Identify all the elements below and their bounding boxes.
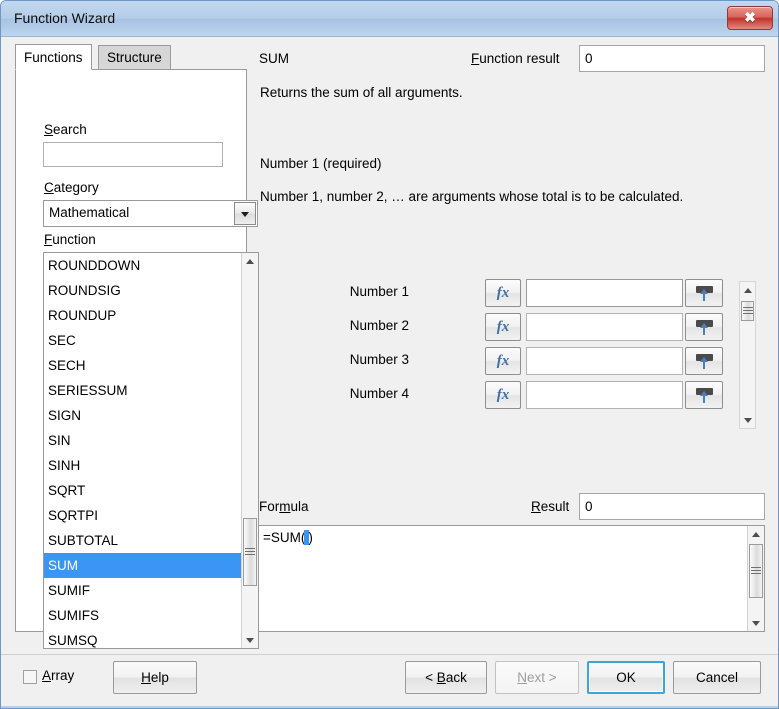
grip-icon xyxy=(245,548,255,556)
shrink-range-button[interactable] xyxy=(685,381,723,409)
tab-functions[interactable]: Functions xyxy=(15,44,92,70)
grip-icon xyxy=(751,567,761,575)
argument-label: Number 2 xyxy=(349,318,409,333)
fx-icon-button[interactable]: fx xyxy=(485,381,521,409)
grip-icon xyxy=(742,307,753,315)
function-list-item[interactable]: SEC xyxy=(44,328,242,353)
formula-text: =SUM() xyxy=(263,530,313,545)
function-list-item[interactable]: SIN xyxy=(44,428,242,453)
argument-input[interactable] xyxy=(526,313,683,341)
argument-input[interactable] xyxy=(526,347,683,375)
back-button[interactable]: < Back xyxy=(405,661,487,694)
cancel-button[interactable]: Cancel xyxy=(673,661,761,694)
argument-label: Number 3 xyxy=(349,352,409,367)
window-title: Function Wizard xyxy=(14,10,116,26)
function-description: Returns the sum of all arguments. xyxy=(260,85,463,100)
function-list-item[interactable]: SQRT xyxy=(44,478,242,503)
function-list-item[interactable]: SUMIF xyxy=(44,578,242,603)
array-checkbox[interactable] xyxy=(23,670,37,684)
function-list-item[interactable]: SUMIFS xyxy=(44,603,242,628)
shrink-range-button[interactable] xyxy=(685,347,723,375)
help-button[interactable]: Help xyxy=(113,661,197,694)
function-list-item[interactable]: SERIESSUM xyxy=(44,378,242,403)
argument-label: Number 4 xyxy=(349,386,409,401)
shrink-range-button[interactable] xyxy=(685,313,723,341)
selected-function-name: SUM xyxy=(259,51,289,66)
ok-button[interactable]: OK xyxy=(587,661,665,694)
function-result-field[interactable] xyxy=(579,45,765,72)
scrollbar-thumb[interactable] xyxy=(243,518,257,586)
formula-scroll-down-button[interactable] xyxy=(748,614,764,631)
fx-icon-button[interactable]: fx xyxy=(485,313,521,341)
shrink-range-button[interactable] xyxy=(685,279,723,307)
fx-icon-button[interactable]: fx xyxy=(485,347,521,375)
argument-row: Number 2 fx xyxy=(259,313,765,341)
array-label[interactable]: Array xyxy=(42,668,74,683)
function-list-item[interactable]: SUMSQ xyxy=(44,628,242,648)
fx-icon: fx xyxy=(496,353,510,369)
functions-tab-panel: Search Category Mathematical Function RO… xyxy=(15,69,259,649)
function-list-item[interactable]: SUBTOTAL xyxy=(44,528,242,553)
title-bar: Function Wizard ✖ xyxy=(1,1,778,37)
formula-editor[interactable]: =SUM() xyxy=(258,525,765,632)
argument-description: Number 1, number 2, … are arguments whos… xyxy=(260,189,684,204)
function-list[interactable]: ROUNDDOWN ROUNDSIG ROUNDUP SEC SECH SERIESSUM… xyxy=(44,253,242,648)
result-field[interactable] xyxy=(579,493,765,520)
argument-row: Number 4 fx xyxy=(259,381,765,409)
formula-scrollbar-thumb[interactable] xyxy=(749,544,763,598)
scroll-down-button[interactable] xyxy=(242,631,258,648)
fx-icon: fx xyxy=(496,285,510,301)
function-list-item[interactable]: SECH xyxy=(44,353,242,378)
argument-label: Number 1 xyxy=(349,284,409,299)
close-x-icon: ✖ xyxy=(744,9,756,25)
category-dropdown[interactable]: Mathematical xyxy=(43,200,258,227)
fx-icon: fx xyxy=(496,387,510,403)
formula-suffix: ) xyxy=(308,530,313,545)
function-list-item[interactable]: SINH xyxy=(44,453,242,478)
result-label: Result xyxy=(531,499,570,514)
function-result-label: Function result xyxy=(471,51,560,66)
shrink-arrow-icon xyxy=(700,391,708,403)
function-list-item[interactable]: ROUNDDOWN xyxy=(44,253,242,278)
fx-icon-button[interactable]: fx xyxy=(485,279,521,307)
formula-scroll-up-button[interactable] xyxy=(748,526,764,543)
args-scroll-down-button[interactable] xyxy=(740,411,755,428)
shrink-arrow-icon xyxy=(700,357,708,369)
fx-icon: fx xyxy=(496,319,510,335)
args-scrollbar-thumb[interactable] xyxy=(741,301,754,321)
function-list-item[interactable]: SQRTPI xyxy=(44,503,242,528)
function-list-container: ROUNDDOWN ROUNDSIG ROUNDUP SEC SECH SERIESSUM… xyxy=(43,252,259,649)
formula-scrollbar[interactable] xyxy=(747,526,764,631)
function-list-item[interactable]: ROUNDUP xyxy=(44,303,242,328)
argument-input[interactable] xyxy=(526,381,683,409)
tab-structure[interactable]: Structure xyxy=(98,45,171,69)
arguments-scrollbar[interactable] xyxy=(739,281,756,429)
formula-label: Formula xyxy=(259,499,309,514)
next-button[interactable]: Next > xyxy=(495,661,579,694)
category-selected-value: Mathematical xyxy=(49,205,130,220)
function-list-item-selected[interactable]: SUM xyxy=(44,553,242,578)
category-label: Category xyxy=(44,180,99,195)
function-list-scrollbar[interactable] xyxy=(241,253,258,648)
formula-prefix: =SUM( xyxy=(263,530,306,545)
function-list-item[interactable]: ROUNDSIG xyxy=(44,278,242,303)
function-wizard-dialog: Function Wizard ✖ Functions Structure Se… xyxy=(0,0,779,709)
search-input[interactable] xyxy=(43,142,223,167)
argument-row: Number 3 fx xyxy=(259,347,765,375)
argument-row: Number 1 fx xyxy=(259,279,765,307)
shrink-arrow-icon xyxy=(700,289,708,301)
chevron-down-icon[interactable] xyxy=(234,202,256,225)
arguments-area: Number 1 fx Number 2 fx Number 3 fx Number 4 fx xyxy=(259,279,765,469)
dialog-footer: Array Help < Back Next > OK Cancel xyxy=(1,654,778,708)
args-scroll-up-button[interactable] xyxy=(740,282,755,299)
function-list-item[interactable]: SIGN xyxy=(44,403,242,428)
function-list-label: Function xyxy=(44,232,96,247)
argument-input[interactable] xyxy=(526,279,683,307)
scroll-up-button[interactable] xyxy=(242,253,258,270)
search-label: Search xyxy=(44,122,87,137)
dialog-body: Functions Structure Search Category Math… xyxy=(1,37,778,654)
argument-title: Number 1 (required) xyxy=(260,156,382,171)
shrink-arrow-icon xyxy=(700,323,708,335)
close-button[interactable]: ✖ xyxy=(727,6,773,30)
